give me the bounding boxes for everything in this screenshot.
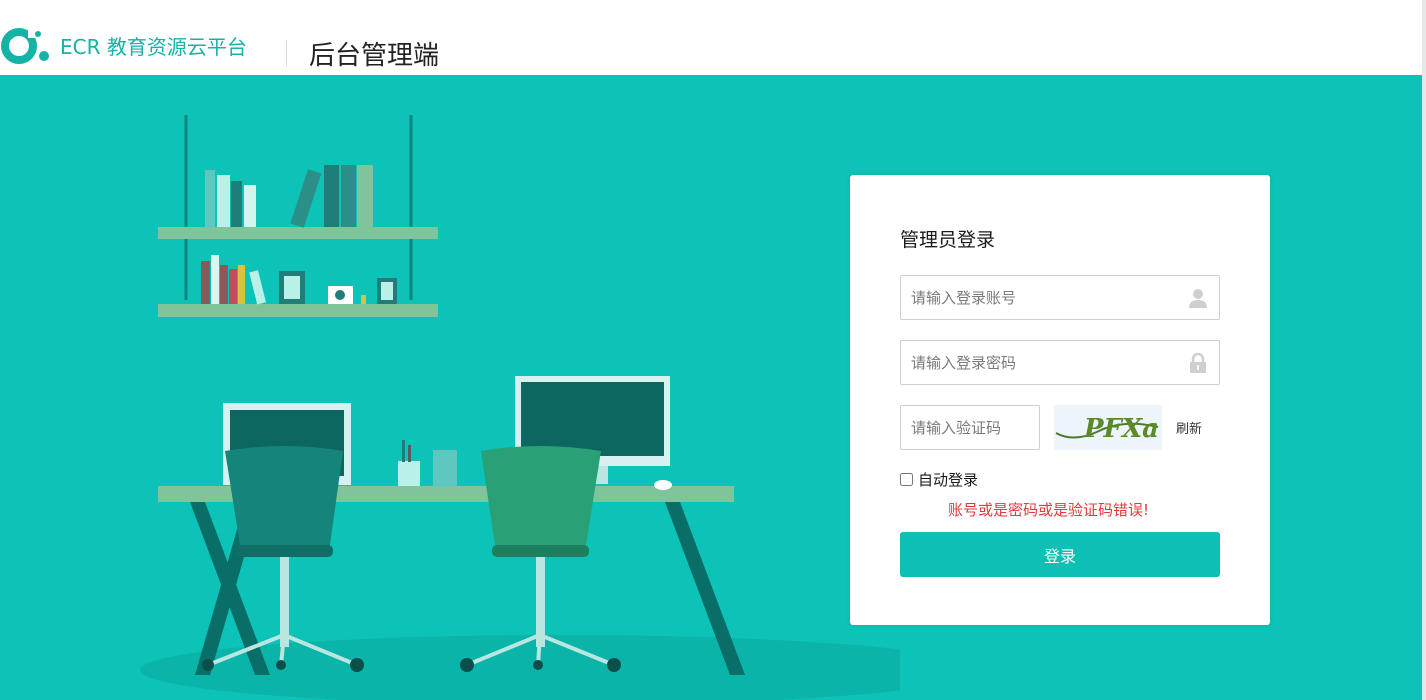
auto-login-label: 自动登录 [918, 471, 979, 489]
page-title: 后台管理端 [309, 41, 440, 71]
account-field[interactable] [900, 275, 1220, 320]
captcha-text: PFXa [1083, 414, 1159, 444]
password-input[interactable] [901, 341, 1219, 384]
password-field[interactable] [900, 340, 1220, 385]
user-icon [1187, 287, 1209, 309]
auto-login-option[interactable]: 自动登录 [900, 469, 978, 490]
top-header: ECR 教育资源云平台 后台管理端 [0, 0, 1426, 75]
lock-icon [1187, 352, 1209, 374]
login-card: 管理员登录 请输入登录账号 请输入验证码 PFXa 刷新 自动登录 账号或是密码… [850, 175, 1270, 625]
login-stage: 管理员登录 请输入登录账号 请输入验证码 PFXa 刷新 自动登录 账号或是密码… [0, 75, 1422, 700]
header-divider [286, 40, 287, 66]
window-edge [1422, 0, 1426, 700]
auto-login-checkbox[interactable] [900, 473, 913, 486]
office-illustration [140, 115, 900, 700]
login-button[interactable]: 登录 [900, 532, 1220, 577]
logo-mark-icon [0, 24, 56, 66]
login-title: 管理员登录 [900, 229, 996, 251]
captcha-input[interactable] [901, 406, 1039, 449]
captcha-image[interactable]: PFXa [1054, 405, 1162, 450]
logo-text: ECR 教育资源云平台 [60, 34, 247, 59]
logo: ECR 教育资源云平台 [0, 24, 247, 66]
account-input[interactable] [901, 276, 1219, 319]
captcha-field[interactable] [900, 405, 1040, 450]
error-message: 账号或是密码或是验证码错误! [948, 501, 1150, 519]
refresh-captcha-link[interactable]: 刷新 [1176, 418, 1202, 437]
